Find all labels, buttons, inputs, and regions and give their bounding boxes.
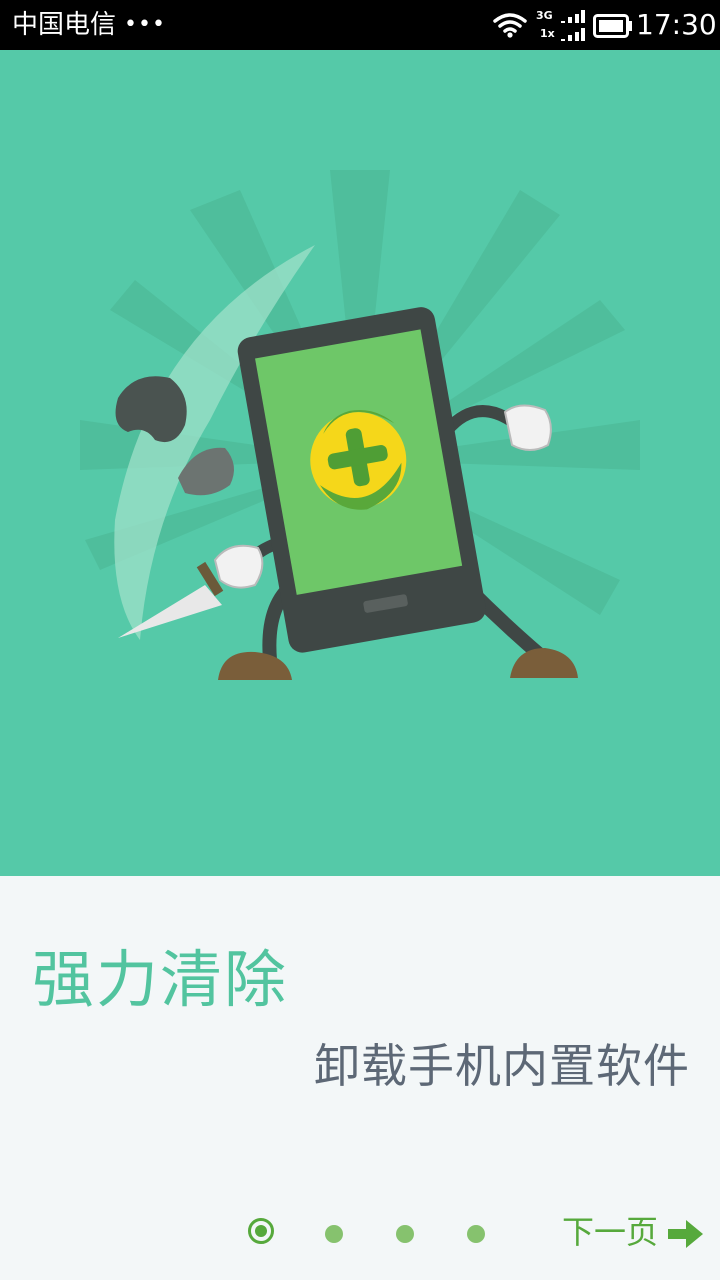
feature-description: 卸载手机内置软件 bbox=[314, 1039, 690, 1093]
carrier-name: 中国电信 bbox=[12, 10, 117, 40]
phone-cleaner-mascot bbox=[80, 170, 640, 680]
feature-headline: 强力清除 bbox=[32, 943, 289, 1016]
next-page-label: 下一页 bbox=[562, 1213, 659, 1251]
onboarding-screen: 中国电信 ••• 3G 1x 17:30 强力清除 卸载手机内置软件 下一页 bbox=[0, 0, 720, 1280]
notification-dots: ••• bbox=[124, 12, 166, 37]
signal-bars-icon bbox=[561, 28, 585, 41]
arrow-right-icon bbox=[668, 1220, 703, 1248]
status-bar: 中国电信 ••• 3G 1x 17:30 bbox=[0, 0, 720, 50]
page-dot-3[interactable] bbox=[396, 1225, 414, 1243]
battery-icon bbox=[593, 14, 632, 38]
clock: 17:30 bbox=[636, 8, 717, 41]
wifi-icon bbox=[493, 13, 527, 38]
hero-illustration bbox=[0, 50, 720, 876]
signal-bars-icon bbox=[561, 10, 585, 23]
page-indicator bbox=[240, 1212, 500, 1256]
page-dot-2[interactable] bbox=[325, 1225, 343, 1243]
page-dot-1[interactable] bbox=[248, 1218, 274, 1244]
page-dot-4[interactable] bbox=[467, 1225, 485, 1243]
network-type-3g: 3G bbox=[536, 9, 553, 22]
next-page-button[interactable]: 下一页 bbox=[560, 1208, 710, 1260]
network-type-1x: 1x bbox=[540, 27, 555, 40]
cellular-signal: 3G 1x bbox=[536, 10, 588, 42]
